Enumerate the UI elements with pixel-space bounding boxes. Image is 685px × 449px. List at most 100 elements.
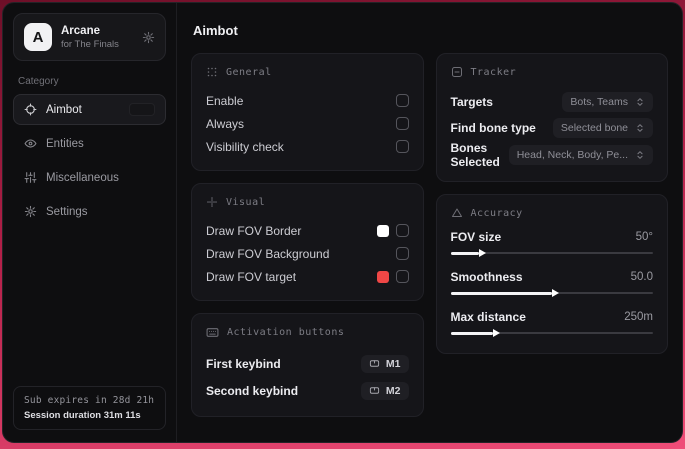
app-logo: A (24, 23, 52, 51)
tracker-card: Tracker Targets Bots, Teams Find bone ty… (435, 53, 668, 182)
always-checkbox[interactable] (395, 117, 409, 130)
setting-row: Always (206, 112, 409, 135)
setting-label: Max distance (450, 310, 526, 324)
crosshair-dots-icon (206, 196, 218, 208)
sidebar-item-label: Entities (46, 137, 84, 150)
setting-row: Draw FOV Border (206, 219, 409, 242)
bones-selected-dropdown[interactable]: Head, Neck, Body, Pe... (508, 145, 653, 165)
app-header-text: Arcane for The Finals (61, 25, 133, 50)
setting-row: First keybind M1 (206, 350, 409, 377)
section-title: Visual (226, 196, 266, 208)
sidebar-item-label: Aimbot (46, 103, 82, 116)
setting-row: Enable (206, 89, 409, 112)
setting-label: Draw FOV Background (206, 246, 330, 261)
slider-value: 50° (635, 231, 653, 243)
first-keybind-button[interactable]: M1 (360, 354, 409, 373)
setting-label: Targets (450, 95, 493, 109)
sidebar-item-entities[interactable]: Entities (13, 128, 166, 159)
max-distance-slider[interactable] (450, 327, 653, 339)
nav-item-badge (129, 103, 155, 116)
setting-row: Second keybind M2 (206, 377, 409, 404)
app-title: Arcane (61, 24, 100, 37)
find-bone-type-dropdown[interactable]: Selected bone (552, 118, 653, 138)
setting-label: Find bone type (450, 121, 536, 135)
targets-dropdown[interactable]: Bots, Teams (562, 92, 653, 112)
draw-fov-border-checkbox[interactable] (395, 224, 409, 237)
app-window: A Arcane for The Finals Category Aimbot … (2, 2, 683, 443)
sidebar-item-label: Settings (46, 205, 88, 218)
keybind-value: M2 (385, 384, 401, 397)
visual-card: Visual Draw FOV Border Draw FOV Backgrou… (191, 183, 424, 301)
keybind-value: M1 (385, 357, 401, 370)
setting-label: FOV size (450, 230, 502, 244)
main-panel: Aimbot General Enable Always Visibility … (177, 3, 682, 442)
fov-target-color-swatch[interactable] (376, 270, 389, 283)
setting-row: Bones Selected Head, Neck, Body, Pe... (450, 141, 653, 169)
setting-row: FOV size 50° (450, 230, 653, 259)
smoothness-slider[interactable] (450, 287, 653, 299)
subscription-info-card: Sub expires in 28d 21h Session duration … (13, 386, 166, 430)
sidebar-item-label: Miscellaneous (46, 171, 119, 184)
section-title: Accuracy (470, 207, 523, 219)
slider-thumb[interactable] (493, 328, 501, 337)
eye-icon (24, 137, 37, 150)
app-header-card: A Arcane for The Finals (13, 13, 166, 61)
accuracy-card: Accuracy FOV size 50° Smoothness 50.0 Ma… (435, 194, 668, 354)
grid-dots-icon (206, 66, 218, 78)
setting-row: Smoothness 50.0 (450, 270, 653, 299)
slider-thumb[interactable] (551, 288, 559, 297)
setting-row: Draw FOV Background (206, 242, 409, 265)
app-subtitle: for The Finals (61, 38, 119, 50)
gear-icon (24, 205, 37, 218)
chevrons-up-down-icon (635, 123, 645, 133)
page-title: Aimbot (193, 23, 238, 38)
app-logo-letter: A (32, 28, 44, 46)
slider-value: 50.0 (630, 271, 653, 283)
setting-row: Visibility check (206, 135, 409, 158)
draw-fov-background-checkbox[interactable] (395, 247, 409, 260)
sliders-icon (24, 171, 37, 184)
section-title: Tracker (470, 66, 517, 78)
general-card: General Enable Always Visibility check (191, 53, 424, 171)
setting-label: Bones Selected (450, 141, 500, 169)
section-title: General (226, 66, 272, 78)
crosshair-icon (24, 103, 37, 116)
triangle-icon (451, 207, 463, 219)
chevrons-up-down-icon (635, 150, 645, 160)
setting-row: Targets Bots, Teams (450, 89, 653, 115)
slider-value: 250m (624, 311, 653, 323)
setting-label: Enable (206, 93, 244, 108)
dropdown-value: Head, Neck, Body, Pe... (516, 149, 628, 161)
second-keybind-button[interactable]: M2 (360, 381, 409, 400)
mouse-icon (369, 385, 380, 396)
header-gear-icon[interactable] (142, 31, 155, 44)
setting-row: Draw FOV target (206, 265, 409, 288)
minus-square-icon (451, 66, 463, 78)
setting-label: First keybind (206, 356, 281, 371)
mouse-icon (369, 358, 380, 369)
setting-row: Find bone type Selected bone (450, 115, 653, 141)
dropdown-value: Selected bone (560, 122, 628, 134)
setting-label: Draw FOV target (206, 269, 297, 284)
session-duration-text: Session duration 31m 11s (24, 410, 141, 421)
setting-label: Always (206, 116, 245, 131)
chevrons-up-down-icon (635, 97, 645, 107)
fov-border-color-swatch[interactable] (376, 224, 389, 237)
fov-size-slider[interactable] (450, 247, 653, 259)
category-label: Category (18, 76, 59, 87)
dropdown-value: Bots, Teams (570, 96, 628, 108)
draw-fov-target-checkbox[interactable] (395, 270, 409, 283)
setting-label: Smoothness (450, 270, 523, 284)
sidebar-item-miscellaneous[interactable]: Miscellaneous (13, 162, 166, 193)
setting-label: Draw FOV Border (206, 223, 302, 238)
slider-thumb[interactable] (478, 248, 486, 257)
sub-expiry-text: Sub expires in 28d 21h (24, 395, 155, 406)
enable-checkbox[interactable] (395, 94, 409, 107)
setting-label: Visibility check (206, 139, 284, 154)
activation-card: Activation buttons First keybind M1 Seco… (191, 313, 424, 417)
visibility-check-checkbox[interactable] (395, 140, 409, 153)
setting-row: Max distance 250m (450, 310, 653, 339)
sidebar-item-aimbot[interactable]: Aimbot (13, 94, 166, 125)
setting-label: Second keybind (206, 383, 299, 398)
sidebar-item-settings[interactable]: Settings (13, 196, 166, 227)
